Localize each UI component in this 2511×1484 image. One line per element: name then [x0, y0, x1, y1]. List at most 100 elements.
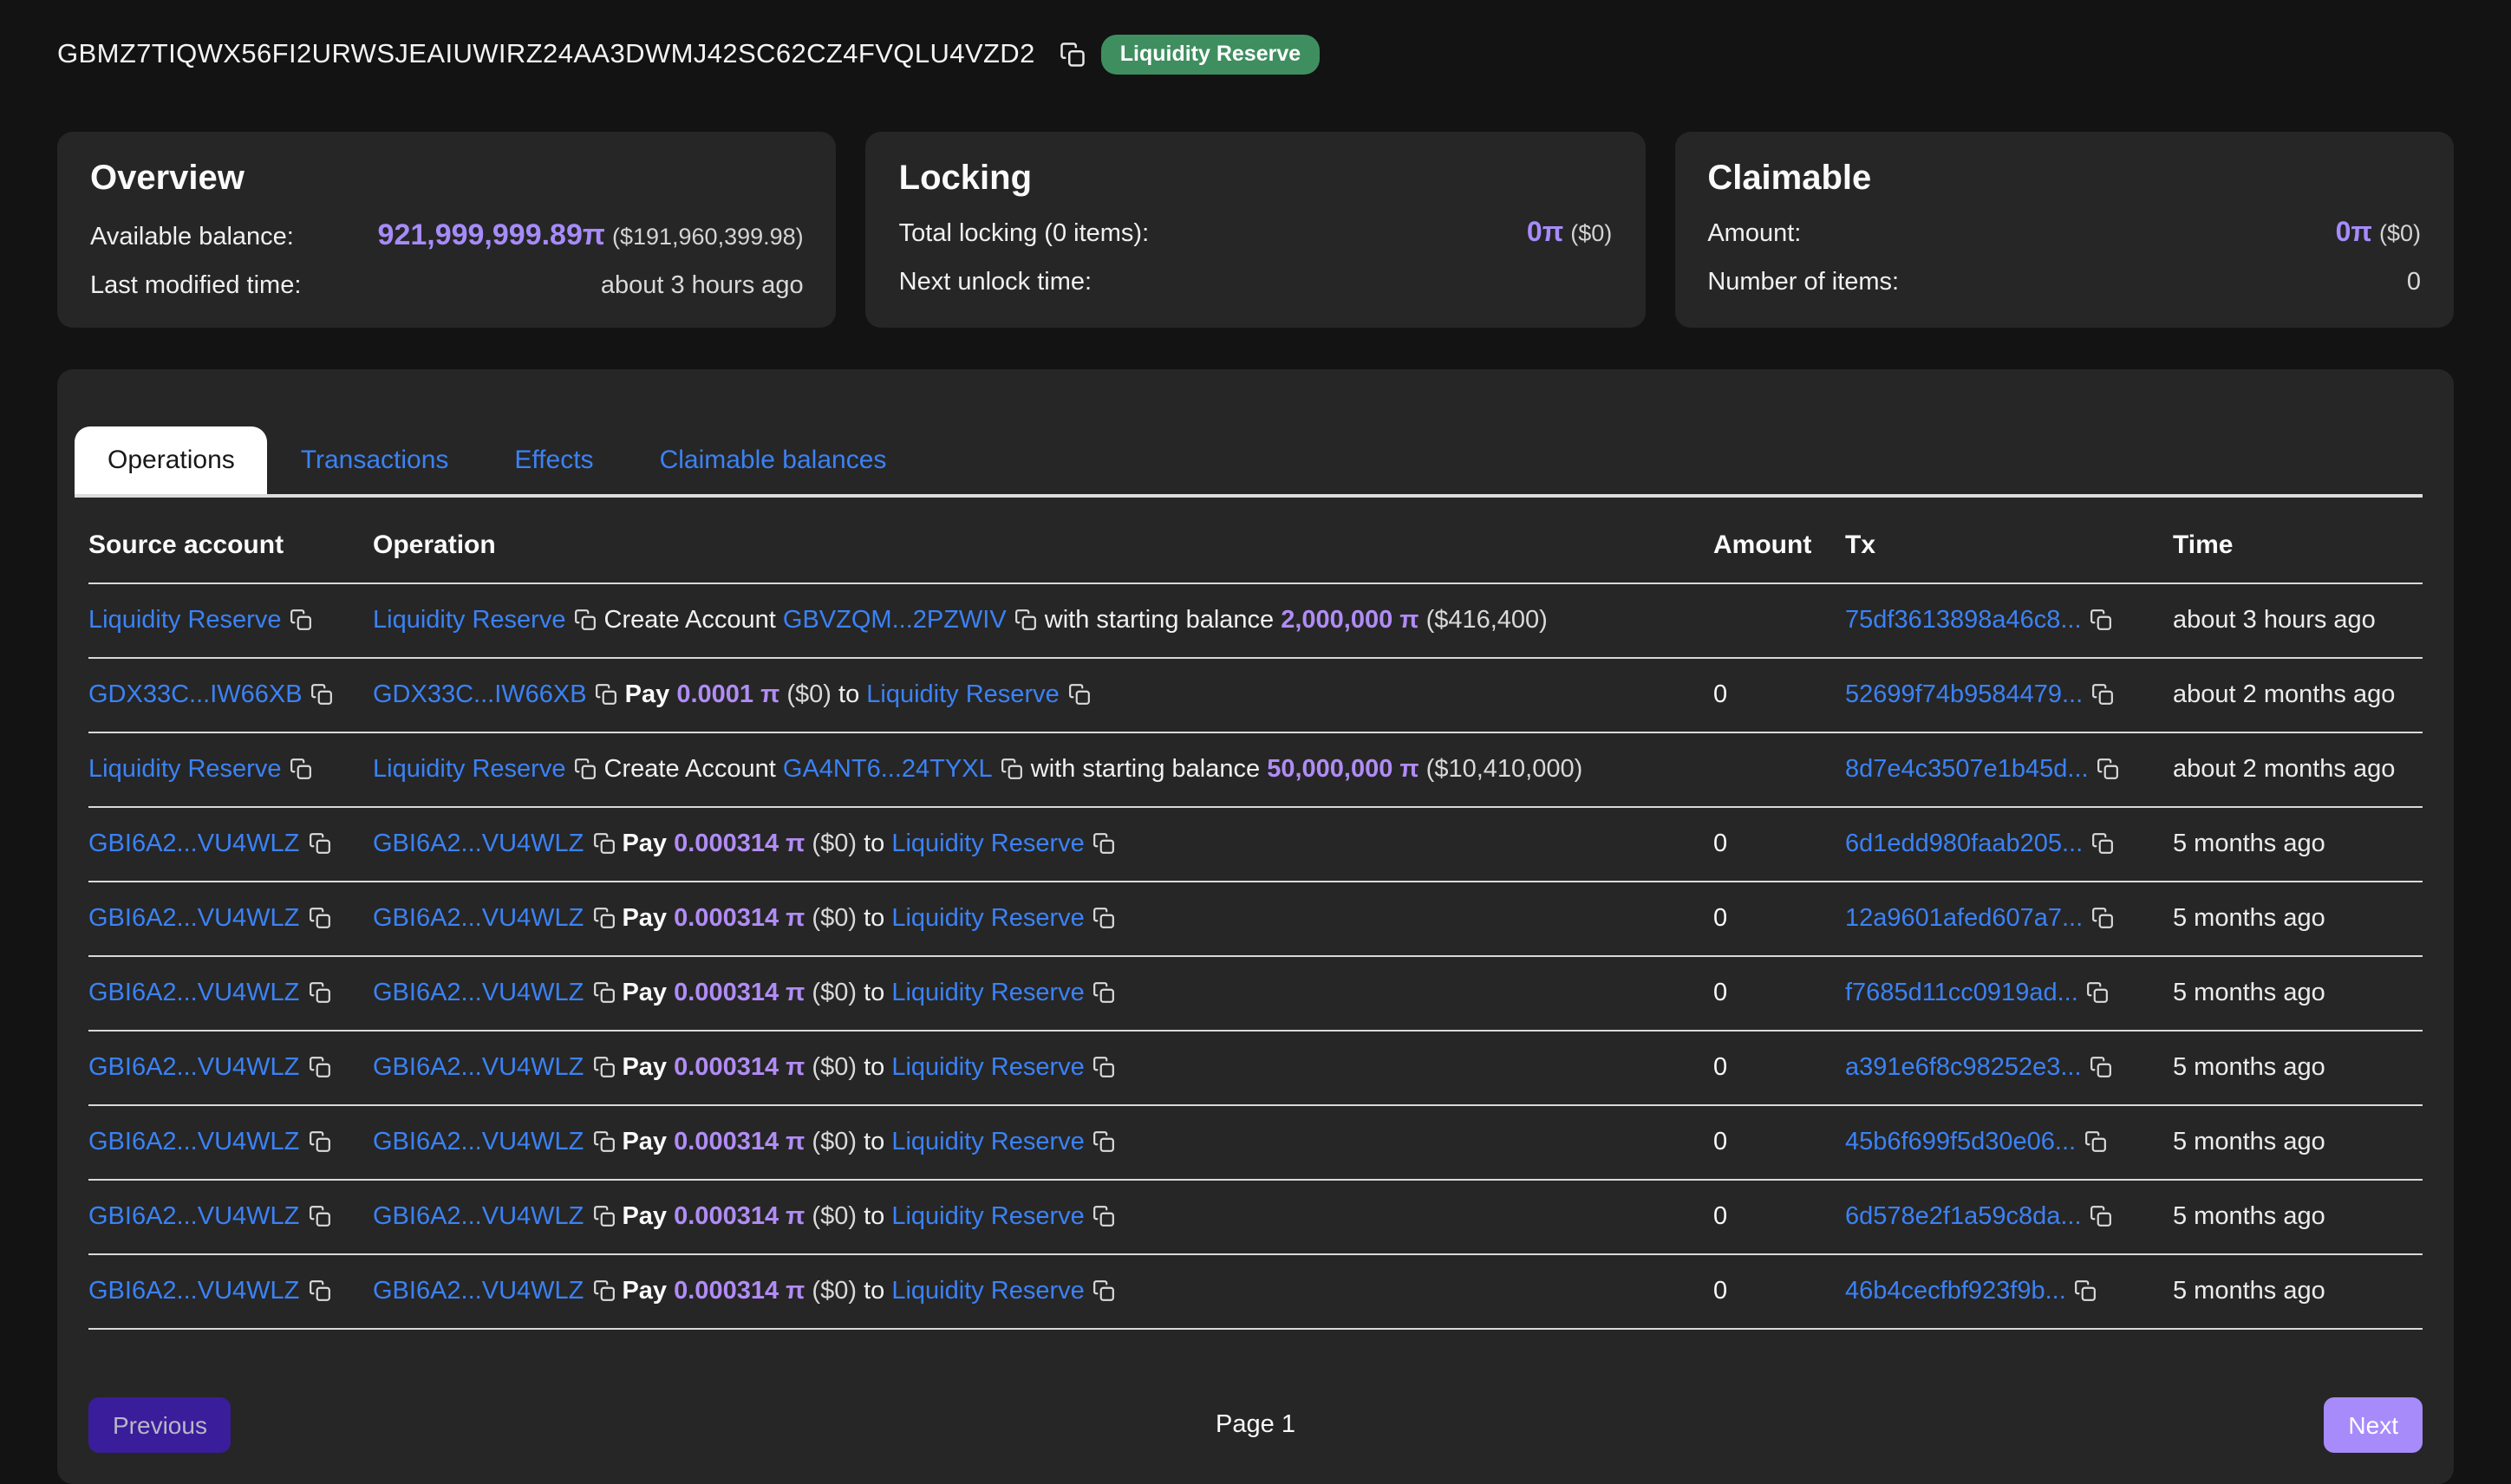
- copy-icon[interactable]: [1001, 758, 1024, 780]
- copy-icon[interactable]: [1068, 683, 1091, 706]
- source-account-link[interactable]: GDX33C...IW66XB: [88, 681, 303, 709]
- tx-hash-link[interactable]: f7685d11cc0919ad...: [1845, 980, 2078, 1007]
- tx-hash-link[interactable]: 6d578e2f1a59c8da...: [1845, 1203, 2082, 1231]
- copy-icon[interactable]: [592, 907, 615, 929]
- next-button[interactable]: Next: [2324, 1397, 2423, 1453]
- amount-cell: 0: [1713, 658, 1845, 732]
- source-account-link[interactable]: GBI6A2...VU4WLZ: [88, 830, 299, 858]
- source-account-link[interactable]: GBI6A2...VU4WLZ: [88, 1203, 299, 1231]
- previous-button[interactable]: Previous: [88, 1397, 232, 1453]
- operation-actor-link[interactable]: GDX33C...IW66XB: [373, 681, 587, 709]
- source-account-link[interactable]: GBI6A2...VU4WLZ: [88, 905, 299, 933]
- next-unlock-label: Next unlock time:: [899, 269, 1092, 296]
- claimable-amount-usd: ($0): [2379, 220, 2421, 246]
- copy-icon[interactable]: [596, 683, 618, 706]
- operation-actor-link[interactable]: Liquidity Reserve: [373, 607, 565, 635]
- operation-usd: ($0): [812, 830, 857, 858]
- tx-hash-link[interactable]: 8d7e4c3507e1b45d...: [1845, 756, 2089, 784]
- copy-icon[interactable]: [592, 832, 615, 855]
- operation-destination-link[interactable]: Liquidity Reserve: [891, 1278, 1084, 1305]
- copy-icon[interactable]: [290, 609, 312, 631]
- copy-icon[interactable]: [308, 1056, 330, 1078]
- copy-icon[interactable]: [574, 758, 597, 780]
- tx-hash-link[interactable]: 45b6f699f5d30e06...: [1845, 1129, 2076, 1156]
- copy-icon[interactable]: [592, 1130, 615, 1153]
- tx-hash-link[interactable]: 75df3613898a46c8...: [1845, 607, 2082, 635]
- amount-cell: 0: [1713, 1180, 1845, 1254]
- copy-icon[interactable]: [592, 981, 615, 1004]
- operation-actor-link[interactable]: GBI6A2...VU4WLZ: [373, 1129, 584, 1156]
- copy-icon[interactable]: [308, 832, 330, 855]
- available-balance-value: 921,999,999.89π: [378, 218, 605, 251]
- copy-icon[interactable]: [2090, 1056, 2113, 1078]
- copy-icon[interactable]: [308, 907, 330, 929]
- tab-operations[interactable]: Operations: [75, 426, 268, 494]
- copy-icon[interactable]: [2090, 609, 2113, 631]
- source-account-link[interactable]: GBI6A2...VU4WLZ: [88, 1278, 299, 1305]
- copy-icon[interactable]: [2097, 758, 2120, 780]
- operation-destination-link[interactable]: Liquidity Reserve: [891, 1129, 1084, 1156]
- copy-icon[interactable]: [2084, 1130, 2107, 1153]
- operation-destination-link[interactable]: Liquidity Reserve: [891, 980, 1084, 1007]
- copy-icon[interactable]: [308, 1205, 330, 1227]
- tx-hash-link[interactable]: a391e6f8c98252e3...: [1845, 1054, 2082, 1082]
- copy-icon[interactable]: [1060, 42, 1086, 68]
- copy-icon[interactable]: [2091, 832, 2114, 855]
- copy-icon[interactable]: [1093, 1205, 1116, 1227]
- copy-icon[interactable]: [1093, 832, 1116, 855]
- copy-icon[interactable]: [311, 683, 334, 706]
- copy-icon[interactable]: [2091, 907, 2114, 929]
- copy-icon[interactable]: [1015, 609, 1038, 631]
- copy-icon[interactable]: [592, 1056, 615, 1078]
- tab-claimable-balances[interactable]: Claimable balances: [627, 426, 920, 494]
- operation-actor-link[interactable]: GBI6A2...VU4WLZ: [373, 1278, 584, 1305]
- table-row: GBI6A2...VU4WLZ GBI6A2...VU4WLZ Pay 0.00…: [88, 882, 2423, 956]
- operation-pi-amount: 0.000314 π: [674, 1054, 805, 1082]
- copy-icon[interactable]: [290, 758, 312, 780]
- tab-transactions[interactable]: Transactions: [268, 426, 482, 494]
- operation-actor-link[interactable]: GBI6A2...VU4WLZ: [373, 1203, 584, 1231]
- operation-account-link[interactable]: GBVZQM...2PZWIV: [783, 607, 1007, 635]
- operation-actor-link[interactable]: GBI6A2...VU4WLZ: [373, 905, 584, 933]
- copy-icon[interactable]: [2075, 1279, 2097, 1302]
- available-balance-row: Available balance: 921,999,999.89π ($191…: [90, 218, 804, 253]
- operation-actor-link[interactable]: GBI6A2...VU4WLZ: [373, 980, 584, 1007]
- available-balance-usd: ($191,960,399.98): [612, 224, 804, 250]
- claimable-items-label: Number of items:: [1707, 269, 1899, 296]
- operation-actor-link[interactable]: GBI6A2...VU4WLZ: [373, 1054, 584, 1082]
- copy-icon[interactable]: [1093, 1056, 1116, 1078]
- source-account-link[interactable]: Liquidity Reserve: [88, 607, 281, 635]
- source-account-link[interactable]: Liquidity Reserve: [88, 756, 281, 784]
- copy-icon[interactable]: [592, 1205, 615, 1227]
- col-tx: Tx: [1845, 501, 2173, 583]
- operation-destination-link[interactable]: Liquidity Reserve: [891, 905, 1084, 933]
- copy-icon[interactable]: [308, 981, 330, 1004]
- operation-destination-link[interactable]: Liquidity Reserve: [891, 1203, 1084, 1231]
- tx-hash-link[interactable]: 46b4cecfbf923f9b...: [1845, 1278, 2066, 1305]
- copy-icon[interactable]: [2091, 683, 2114, 706]
- source-account-link[interactable]: GBI6A2...VU4WLZ: [88, 1054, 299, 1082]
- operation-actor-link[interactable]: Liquidity Reserve: [373, 756, 565, 784]
- copy-icon[interactable]: [1093, 1130, 1116, 1153]
- copy-icon[interactable]: [574, 609, 597, 631]
- tx-hash-link[interactable]: 12a9601afed607a7...: [1845, 905, 2083, 933]
- copy-icon[interactable]: [308, 1130, 330, 1153]
- operation-destination-link[interactable]: Liquidity Reserve: [866, 681, 1059, 709]
- operation-account-link[interactable]: GA4NT6...24TYXL: [783, 756, 993, 784]
- operation-destination-link[interactable]: Liquidity Reserve: [891, 830, 1084, 858]
- copy-icon[interactable]: [1093, 907, 1116, 929]
- copy-icon[interactable]: [2087, 981, 2110, 1004]
- copy-icon[interactable]: [1093, 981, 1116, 1004]
- source-account-link[interactable]: GBI6A2...VU4WLZ: [88, 980, 299, 1007]
- copy-icon[interactable]: [592, 1279, 615, 1302]
- tx-hash-link[interactable]: 52699f74b9584479...: [1845, 681, 2083, 709]
- operation-destination-link[interactable]: Liquidity Reserve: [891, 1054, 1084, 1082]
- table-row: GDX33C...IW66XB GDX33C...IW66XB Pay 0.00…: [88, 658, 2423, 732]
- operation-actor-link[interactable]: GBI6A2...VU4WLZ: [373, 830, 584, 858]
- copy-icon[interactable]: [308, 1279, 330, 1302]
- source-account-link[interactable]: GBI6A2...VU4WLZ: [88, 1129, 299, 1156]
- tab-effects[interactable]: Effects: [481, 426, 626, 494]
- tx-hash-link[interactable]: 6d1edd980faab205...: [1845, 830, 2083, 858]
- copy-icon[interactable]: [1093, 1279, 1116, 1302]
- copy-icon[interactable]: [2090, 1205, 2113, 1227]
